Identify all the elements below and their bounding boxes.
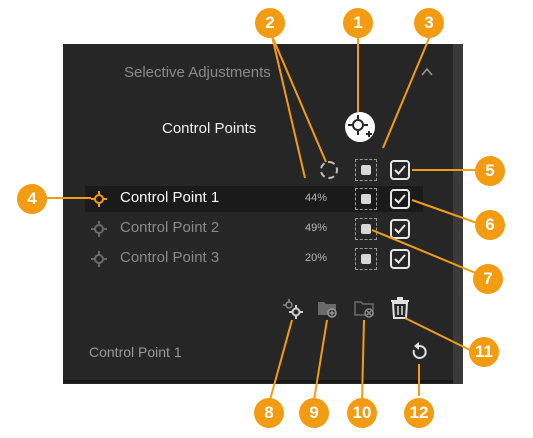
callout-6: 6 bbox=[475, 210, 505, 240]
callout-1: 1 bbox=[343, 8, 373, 38]
callout-9: 9 bbox=[299, 398, 329, 428]
callout-3: 3 bbox=[414, 8, 444, 38]
callout-lines bbox=[44, 35, 481, 401]
callout-12: 12 bbox=[404, 398, 434, 428]
callout-10: 10 bbox=[347, 398, 377, 428]
callout-8: 8 bbox=[254, 398, 284, 428]
callout-2: 2 bbox=[255, 8, 285, 38]
callout-7: 7 bbox=[473, 264, 503, 294]
callout-4: 4 bbox=[17, 184, 47, 214]
callout-11: 11 bbox=[469, 337, 499, 367]
callout-5: 5 bbox=[475, 156, 505, 186]
